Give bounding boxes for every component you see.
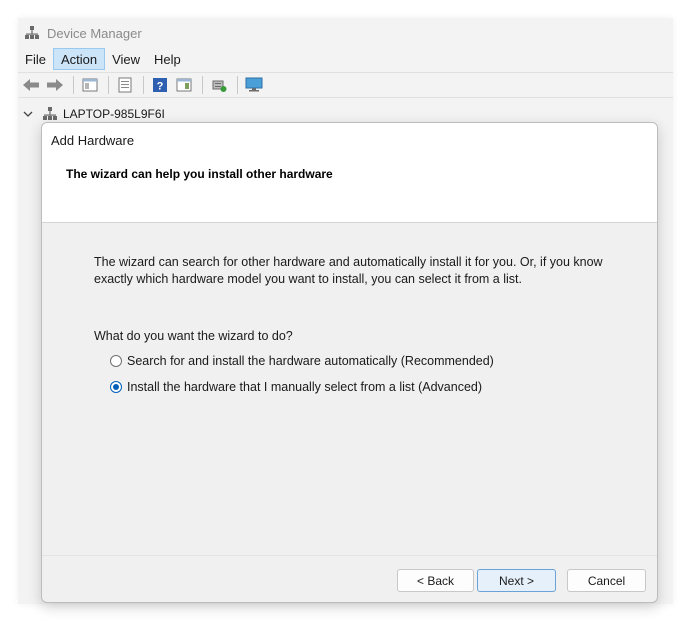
add-hardware-dialog: Add Hardware The wizard can help you ins…: [41, 122, 658, 603]
forward-arrow-icon: [47, 79, 63, 91]
back-arrow-icon: [23, 79, 39, 91]
back-button[interactable]: [20, 74, 42, 96]
dialog-title: Add Hardware: [51, 133, 135, 148]
menu-action[interactable]: Action: [52, 48, 106, 70]
tree-root-label: LAPTOP-985L9F6I: [63, 107, 165, 121]
toolbar-separator: [108, 76, 109, 94]
option-search-automatically[interactable]: Search for and install the hardware auto…: [110, 354, 494, 368]
menu-bar: File Action View Help: [18, 48, 673, 70]
menu-view[interactable]: View: [105, 48, 147, 70]
action-pane-button[interactable]: [173, 74, 195, 96]
dialog-heading: The wizard can help you install other ha…: [66, 167, 333, 181]
toolbar-separator: [143, 76, 144, 94]
option-search-automatically-label: Search for and install the hardware auto…: [127, 354, 494, 368]
option-manual-select[interactable]: Install the hardware that I manually sel…: [110, 380, 482, 394]
dialog-question: What do you want the wizard to do?: [94, 329, 293, 343]
monitor-button[interactable]: [243, 74, 265, 96]
help-icon: ?: [153, 78, 167, 93]
cancel-button[interactable]: Cancel: [567, 569, 646, 592]
toolbar-separator: [237, 76, 238, 94]
title-bar: Device Manager: [18, 18, 673, 48]
toolbar-separator: [73, 76, 74, 94]
toolbar: ?: [18, 72, 673, 98]
chevron-down-icon[interactable]: [22, 108, 34, 120]
console-tree-icon: [82, 78, 98, 92]
svg-text:?: ?: [157, 81, 164, 93]
radio-search-automatically[interactable]: [110, 355, 122, 367]
radio-manual-select[interactable]: [110, 381, 122, 393]
device-manager-icon: [25, 26, 39, 39]
scan-hardware-button[interactable]: [208, 74, 230, 96]
dialog-header: Add Hardware The wizard can help you ins…: [42, 123, 657, 223]
console-tree-button[interactable]: [79, 74, 101, 96]
dialog-description: The wizard can search for other hardware…: [94, 255, 603, 286]
back-button[interactable]: < Back: [397, 569, 474, 592]
computer-icon: [43, 107, 57, 120]
next-button[interactable]: Next >: [477, 569, 556, 592]
scan-hardware-icon: [212, 80, 227, 92]
toolbar-separator: [202, 76, 203, 94]
dialog-footer-divider: [42, 555, 657, 556]
properties-button[interactable]: [114, 74, 136, 96]
action-pane-icon: [176, 78, 192, 92]
help-button[interactable]: ?: [149, 74, 171, 96]
option-manual-select-label: Install the hardware that I manually sel…: [127, 380, 483, 394]
tree-root-item[interactable]: LAPTOP-985L9F6I: [18, 104, 165, 124]
menu-help[interactable]: Help: [147, 48, 188, 70]
menu-file[interactable]: File: [18, 48, 53, 70]
monitor-icon: [245, 77, 263, 92]
window-title: Device Manager: [47, 25, 142, 41]
forward-button[interactable]: [44, 74, 66, 96]
properties-icon: [118, 77, 132, 93]
